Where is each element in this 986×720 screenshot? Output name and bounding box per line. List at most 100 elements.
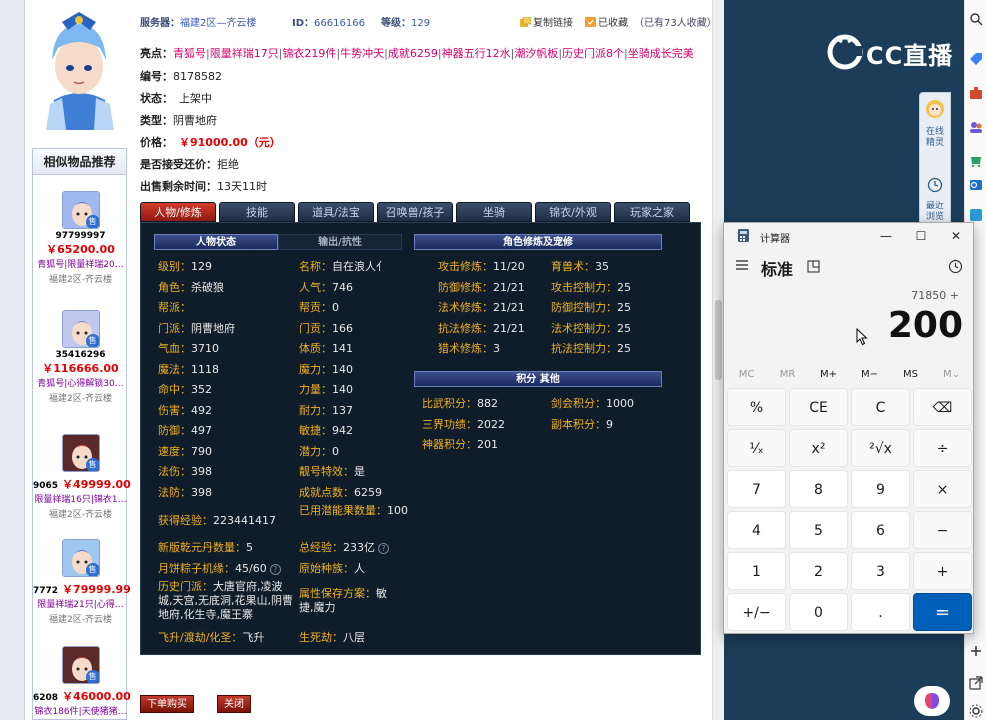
key-five[interactable]: 5 — [789, 511, 848, 549]
key-three[interactable]: 3 — [851, 552, 910, 590]
key-percent[interactable]: % — [727, 388, 786, 426]
highlight-tag[interactable]: 青狐号 — [173, 47, 206, 60]
tab-2[interactable]: 技能 — [219, 202, 295, 222]
highlight-tag[interactable]: 牛势冲天 — [340, 47, 384, 60]
key-reciprocal[interactable]: ¹⁄ₓ — [727, 429, 786, 467]
highlight-tag[interactable]: 限量祥瑞17只 — [210, 47, 279, 60]
similar-item[interactable]: 售 6208 ￥46000.00 锦衣186件|天使猪猪… — [33, 646, 131, 717]
scrollbar-thumb[interactable] — [715, 300, 722, 380]
tab-6[interactable]: 锦衣/外观 — [535, 202, 611, 222]
minimize-button[interactable]: — — [874, 226, 898, 246]
shopping-icon[interactable] — [969, 154, 983, 168]
key-divide[interactable]: ÷ — [913, 429, 972, 467]
similar-item-avatar[interactable]: 售 — [61, 434, 100, 472]
key-one[interactable]: 1 — [727, 552, 786, 590]
copy-link-button[interactable]: 复制链接 — [520, 14, 573, 29]
similar-item[interactable]: 售 35416296 ￥116666.00 青狐号|心得解锁30… 福建2区-齐云楼 — [33, 310, 128, 404]
hamburger-menu-icon[interactable] — [735, 259, 749, 271]
key-eight[interactable]: 8 — [789, 470, 848, 508]
similar-item-avatar[interactable]: 售 — [61, 310, 100, 348]
highlight-tag[interactable]: 历史门派8个 — [562, 47, 624, 60]
recent-browse-link[interactable]: 最近浏览 — [922, 201, 948, 223]
favorite-button[interactable]: 已收藏 — [585, 14, 628, 29]
key-clear-entry[interactable]: CE — [789, 388, 848, 426]
key-decimal[interactable]: . — [851, 593, 910, 631]
key-square[interactable]: x² — [789, 429, 848, 467]
help-icon[interactable]: ? — [269, 564, 281, 575]
key-multiply[interactable]: × — [913, 470, 972, 508]
key-backspace[interactable]: ⌫ — [913, 388, 972, 426]
key-four[interactable]: 4 — [727, 511, 786, 549]
key-nine[interactable]: 9 — [851, 470, 910, 508]
similar-item-id: 7772 — [33, 586, 59, 596]
memory-button[interactable]: MS — [890, 365, 931, 385]
key-seven[interactable]: 7 — [727, 470, 786, 508]
id-value: 66616166 — [314, 18, 365, 29]
similar-item-avatar[interactable]: 售 — [61, 646, 100, 684]
app-icon[interactable] — [969, 208, 983, 222]
assistant-button[interactable] — [914, 686, 950, 716]
tag-icon[interactable] — [969, 52, 983, 66]
key-square-root[interactable]: ²√x — [851, 429, 910, 467]
tab-5[interactable]: 坐骑 — [456, 202, 532, 222]
tab-7[interactable]: 玩家之家 — [614, 202, 690, 222]
stat-row: 法防：398 — [158, 484, 212, 500]
search-icon[interactable] — [969, 12, 983, 26]
key-six[interactable]: 6 — [851, 511, 910, 549]
maximize-button[interactable]: ☐ — [909, 226, 933, 246]
stat-value: 129 — [191, 260, 212, 273]
close-window-button[interactable]: ✕ — [944, 226, 968, 246]
stat-row: 三界功绩：2022 — [422, 416, 505, 432]
key-add[interactable]: + — [913, 552, 972, 590]
tab-4[interactable]: 召唤兽/孩子 — [377, 202, 453, 222]
buy-button[interactable]: 下单购买 — [140, 695, 194, 713]
similar-item[interactable]: 售 97799997 ￥65200.00 青狐号|限量祥瑞20… 福建2区-齐云楼 — [33, 191, 128, 285]
key-subtract[interactable]: − — [913, 511, 972, 549]
settings-icon[interactable] — [969, 704, 983, 718]
remain-value: 13天11时 — [217, 180, 267, 193]
stat-key: 耐力： — [299, 403, 332, 417]
server-value: 福建2区—齐云楼 — [180, 18, 257, 29]
tab-1[interactable]: 人物/修炼 — [140, 202, 216, 222]
close-button[interactable]: 关闭 — [217, 695, 251, 713]
memory-button[interactable]: MC — [726, 365, 767, 385]
online-sprite-link[interactable]: 在线精灵 — [922, 127, 948, 149]
keep-on-top-icon[interactable] — [807, 260, 820, 273]
key-two[interactable]: 2 — [789, 552, 848, 590]
stat-key: 三界功绩： — [422, 417, 477, 431]
highlight-tag[interactable]: 锦衣219件 — [282, 47, 336, 60]
add-icon[interactable] — [969, 644, 983, 658]
people-icon[interactable] — [969, 120, 983, 134]
stat-value: 942 — [332, 424, 353, 437]
calculator-titlebar[interactable]: 计算器 — ☐ ✕ — [724, 223, 973, 249]
memory-button[interactable]: M⌄ — [931, 365, 972, 385]
similar-item-price: ￥46000.00 — [62, 690, 131, 703]
key-clear[interactable]: C — [851, 388, 910, 426]
outlook-icon[interactable] — [969, 178, 983, 192]
memory-button[interactable]: M− — [849, 365, 890, 385]
memory-button[interactable]: MR — [767, 365, 808, 385]
stat-row: 成就点数：6259 — [299, 484, 382, 500]
similar-item[interactable]: 售 7772 ￥79999.99 限量祥瑞21只|心得… 福建2区-齐云楼 — [33, 539, 131, 625]
stat-key: 防御修炼： — [438, 280, 493, 294]
key-zero[interactable]: 0 — [789, 593, 848, 631]
highlight-tag[interactable]: 成就6259 — [388, 47, 438, 60]
history-icon[interactable] — [948, 259, 963, 274]
key-equals[interactable]: = — [913, 593, 972, 631]
highlight-tag[interactable]: 神器五行12水 — [442, 47, 511, 60]
similar-item-avatar[interactable]: 售 — [61, 191, 100, 229]
similar-item[interactable]: 售 9065 ￥49999.00 限量祥瑞16只|锦衣1… 福建2区-齐云楼 — [33, 434, 131, 520]
highlight-tag[interactable]: 坐骑成长完美 — [628, 47, 694, 60]
similar-item-avatar[interactable]: 售 — [61, 539, 100, 577]
key-negate[interactable]: +/− — [727, 593, 786, 631]
remain-row: 出售剩余时间：13天11时 — [140, 178, 267, 194]
stat-key: 抗法控制力： — [551, 342, 617, 355]
memory-button[interactable]: M+ — [808, 365, 849, 385]
stat-value: 166 — [332, 321, 353, 335]
help-icon[interactable]: ? — [378, 543, 389, 554]
similar-item-id: 6208 — [33, 693, 59, 703]
external-link-icon[interactable] — [969, 676, 983, 690]
tab-3[interactable]: 道具/法宝 — [298, 202, 374, 222]
toolbox-icon[interactable] — [969, 86, 983, 100]
highlight-tag[interactable]: 潮汐帆板 — [514, 47, 558, 60]
